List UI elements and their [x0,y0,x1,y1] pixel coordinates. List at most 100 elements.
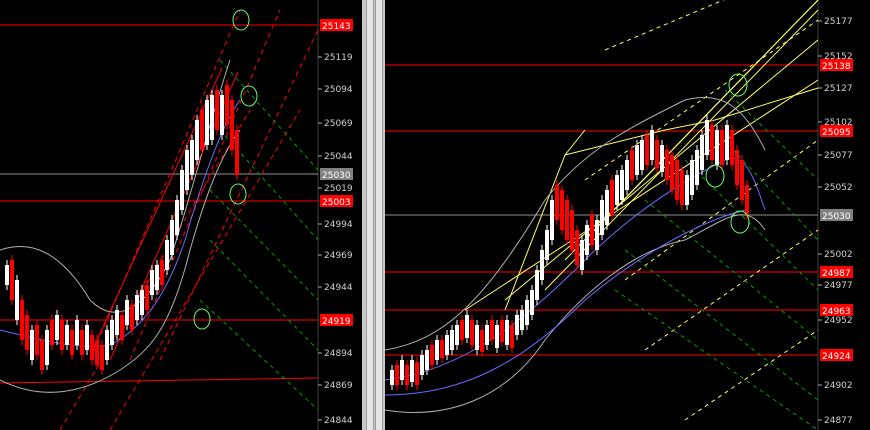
candle-body [445,335,449,355]
candle-body [575,230,579,265]
level-tag-label: 24963 [822,307,851,317]
price-axis-label: 24994 [324,220,353,230]
left-pane-scrollbar[interactable] [366,0,374,430]
level-tag-label: 25095 [822,128,851,138]
channel-line [89,9,241,361]
candle-body [440,340,444,358]
candle-body [20,300,24,340]
candle-body [550,200,554,240]
level-tag-label: 25030 [322,171,351,181]
candle-body [455,325,459,345]
candle-body [695,150,699,185]
candle-body [95,340,99,365]
candle-body [180,170,184,210]
candle-body [410,360,414,382]
candle-body [200,110,204,150]
level-tag-label: 24987 [822,269,851,279]
candle-body [395,365,399,385]
channel-line [614,289,819,430]
price-axis-label: 25002 [824,250,853,260]
candle-body [165,240,169,270]
price-axis-label: 24969 [324,251,353,261]
candle-body [155,265,159,290]
candle-body [405,365,409,385]
candle-body [235,130,239,175]
candle-body [700,135,704,170]
right-price-chart[interactable]: 2517725152251272510225077250522500224977… [385,0,870,430]
candle-body [520,310,524,330]
price-axis-label: 24977 [824,281,853,291]
candle-body [430,345,434,365]
price-axis-label: 24944 [324,283,353,293]
candle-body [620,170,624,200]
candle-body [135,295,139,320]
candle-body [640,140,644,170]
left-chart-pane[interactable]: 25119 25094 25069 25044 25019 24994 24969 24944… [0,0,362,430]
candle-body [120,315,124,340]
candle-body [205,100,209,145]
candle-body [465,315,469,338]
candle-body [670,155,674,190]
candle-body [500,320,504,342]
candle-body [495,325,499,348]
candle-body [85,325,89,350]
candle-body [720,130,724,165]
candle-body [490,320,494,340]
candle-body [630,150,634,180]
pane-splitter[interactable] [362,0,385,430]
candle-body [690,160,694,195]
candle-body [535,270,539,300]
candle-body [580,240,584,270]
level-tag-label: 24924 [822,352,851,362]
left-price-chart[interactable]: 25119 25094 25069 25044 25019 24994 24969 24944… [0,0,362,430]
candle-body [450,330,454,350]
level-tag-label: 25143 [322,22,351,32]
trend-line [0,377,319,384]
candle-body [415,362,419,385]
candle-body [25,315,29,350]
candle-body [525,300,529,325]
candle-body [605,190,609,225]
candle-body [145,285,149,310]
candle-body [585,225,589,255]
candle-body [625,160,629,190]
price-axis-label: 25119 [324,53,353,63]
candle-body [725,125,729,160]
right-chart-pane[interactable]: 25177 25152 25127 25102 25077 25052 25002 24977… [385,0,870,430]
candle-body [475,325,479,350]
candle-body [485,325,489,345]
price-axis-label: 24844 [324,416,353,426]
channel-line [199,299,319,411]
candle-body [75,320,79,345]
candle-body [530,290,534,315]
candle-body [35,325,39,355]
price-axis-label: 25019 [324,184,353,194]
candle-body [65,325,69,345]
candle-body [420,355,424,375]
candle-body [210,95,214,140]
marker-circle [240,85,258,107]
channel-line [219,59,319,171]
marker-circle [705,164,725,188]
candle-body [105,330,109,360]
candle-body [480,330,484,352]
candle-body [705,120,709,155]
candle-body [615,175,619,205]
candle-body [15,280,19,320]
level-tag-label: 25030 [822,212,851,222]
candle-body [140,290,144,315]
candle-body [595,220,599,250]
candle-body [175,200,179,235]
candle-body [90,335,94,360]
candle-body [100,345,104,370]
price-axis-label: 24877 [824,416,853,426]
right-pane-scrollbar[interactable] [375,0,383,430]
price-axis-label: 24952 [824,316,853,326]
candle-body [55,315,59,340]
price-axis-label: 24869 [324,381,353,391]
candle-body [660,145,664,172]
level-tag-label: 25003 [322,198,351,208]
candle-body [185,150,189,190]
channel-line [684,159,819,291]
candle-body [740,160,744,200]
